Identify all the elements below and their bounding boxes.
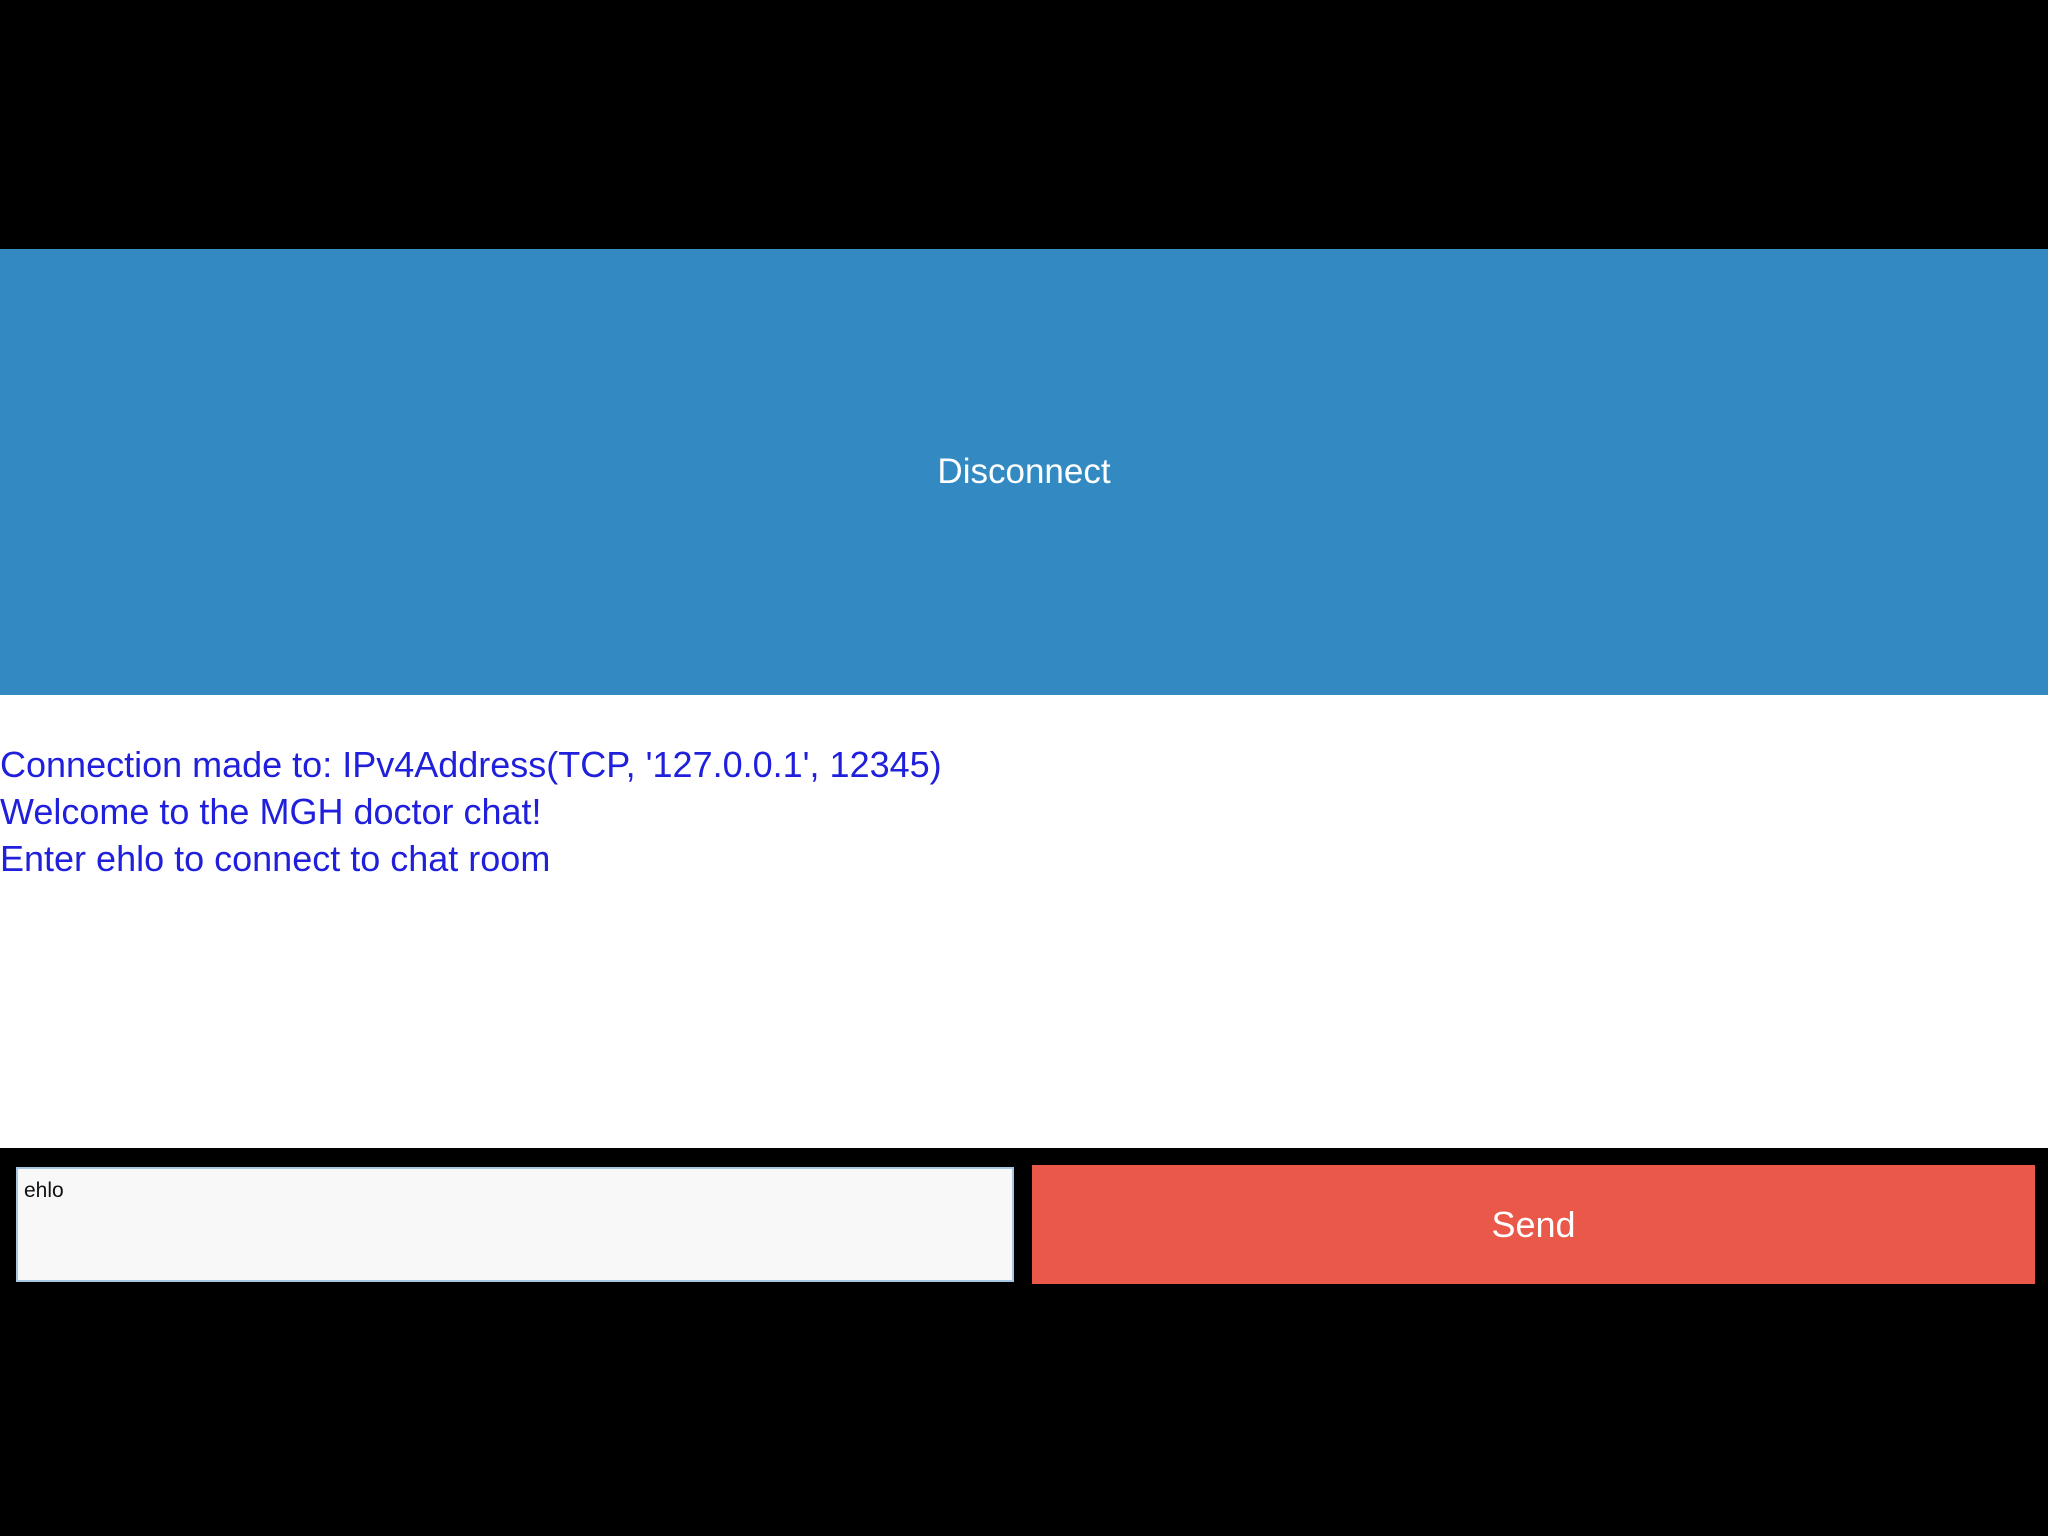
chat-message: Connection made to: IPv4Address(TCP, '12… [0, 744, 942, 785]
chat-client-window: Disconnect Connection made to: IPv4Addre… [0, 0, 2048, 1536]
composer-bar: ehlo Send [0, 1148, 2048, 1536]
message-input[interactable]: ehlo [16, 1167, 1014, 1282]
chat-message-list: Connection made to: IPv4Address(TCP, '12… [0, 741, 942, 882]
chat-log: Connection made to: IPv4Address(TCP, '12… [0, 695, 2048, 1148]
disconnect-button[interactable]: Disconnect [0, 249, 2048, 695]
chat-message: Welcome to the MGH doctor chat! [0, 791, 542, 832]
send-button[interactable]: Send [1032, 1165, 2035, 1284]
chat-message: Enter ehlo to connect to chat room [0, 838, 551, 879]
